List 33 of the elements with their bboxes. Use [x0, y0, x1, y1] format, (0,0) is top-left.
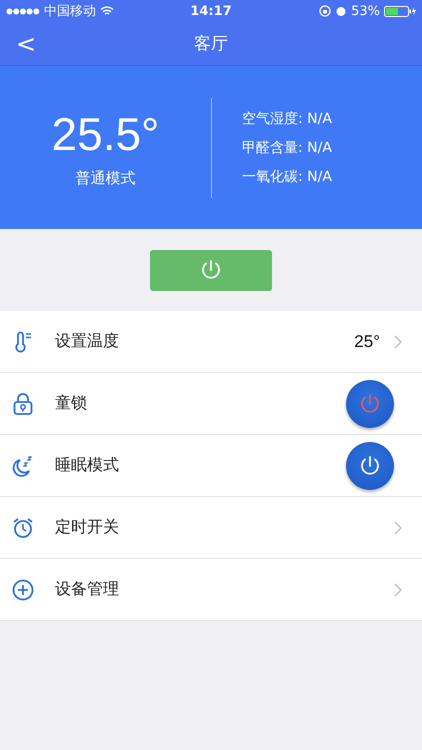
setting-label: 睡眠模式	[55, 455, 120, 476]
setting-value: 25°	[354, 332, 380, 352]
chevron-icon[interactable]	[394, 334, 402, 348]
add-icon	[12, 578, 34, 600]
setting-label: 设置温度	[55, 331, 120, 352]
rotation-lock-icon	[319, 5, 332, 17]
setting-label: 定时开关	[55, 517, 120, 538]
carrier-name: 中国移动	[44, 3, 96, 20]
back-button[interactable]: <	[10, 30, 42, 58]
status-time: 14:17	[190, 4, 232, 18]
power-toggle[interactable]	[346, 442, 394, 490]
power-toggle[interactable]	[346, 380, 394, 428]
chevron-icon[interactable]	[394, 520, 402, 534]
battery-percentage: 53%	[351, 4, 380, 18]
wifi-icon	[100, 6, 114, 16]
padlock-icon	[13, 392, 33, 414]
signal-icon	[6, 8, 40, 14]
setting-label: 设备管理	[55, 579, 120, 600]
moon-icon	[12, 454, 34, 476]
battery-icon	[384, 6, 416, 16]
thermometer-icon	[14, 330, 32, 352]
chevron-icon[interactable]	[394, 582, 402, 596]
sensor-reading: 一氧化碳: N/A	[242, 168, 332, 186]
sensor-reading: 甲醛含量: N/A	[242, 138, 332, 156]
power-button[interactable]	[150, 250, 272, 290]
alarm-clock-icon	[12, 516, 34, 538]
page-title: 客厅	[194, 33, 228, 55]
mode-label: 普通模式	[76, 169, 136, 188]
setting-label: 童锁	[55, 393, 88, 414]
sensor-reading: 空气湿度: N/A	[242, 110, 332, 128]
power-icon	[358, 454, 382, 478]
power-icon	[358, 392, 382, 416]
temperature-reading: 25.5°	[52, 107, 160, 161]
